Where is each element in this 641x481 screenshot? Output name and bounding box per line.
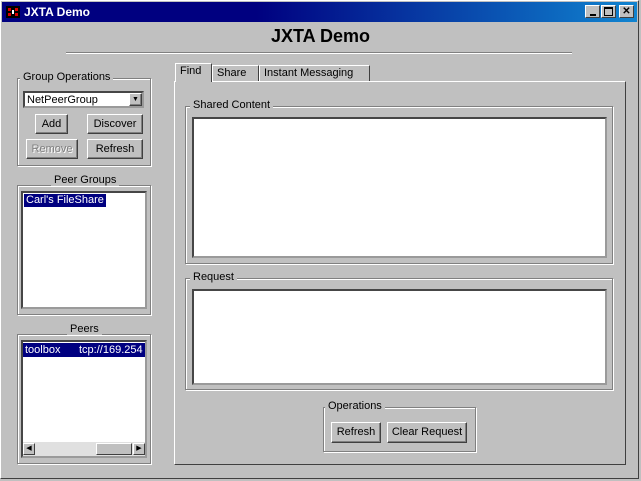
header-divider (66, 52, 572, 54)
minimize-button[interactable] (585, 5, 600, 18)
minimize-icon (589, 13, 596, 16)
peer-groups-list[interactable]: Carl's FileShare (21, 191, 147, 309)
request-legend: Request (190, 271, 237, 283)
clear-request-button[interactable]: Clear Request (387, 422, 467, 443)
window-title: JXTA Demo (24, 5, 91, 19)
jxta-icon (5, 4, 21, 20)
close-icon: ✕ (622, 5, 631, 17)
peers-legend: Peers (67, 323, 102, 335)
peer-address: tcp://169.254 (79, 344, 143, 356)
shared-content-area[interactable] (192, 117, 607, 258)
peer-groups-legend: Peer Groups (51, 174, 120, 186)
maximize-icon (604, 7, 613, 16)
group-select-value: NetPeerGroup (27, 94, 98, 106)
peer-name: toolbox (25, 344, 61, 356)
list-item[interactable]: Carl's FileShare (24, 194, 106, 207)
tab-instant-messaging[interactable]: Instant Messaging (259, 65, 370, 82)
close-button[interactable]: ✕ (619, 5, 634, 18)
page-title: JXTA Demo (270, 26, 371, 46)
shared-content-legend: Shared Content (190, 99, 274, 111)
tab-share[interactable]: Share (212, 65, 259, 82)
refresh-groups-button[interactable]: Refresh (87, 139, 143, 159)
add-button[interactable]: Add (35, 114, 68, 134)
arrow-right-icon[interactable]: ▶ (133, 443, 145, 455)
title-bar[interactable]: JXTA Demo ✕ (2, 2, 637, 22)
request-input[interactable] (192, 289, 607, 385)
operations-legend: Operations (325, 400, 385, 412)
tab-find[interactable]: Find (175, 63, 212, 82)
group-select[interactable]: NetPeerGroup ▼ (23, 91, 144, 108)
peers-table[interactable]: toolbox tcp://169.254 ◀ ▶ (21, 340, 147, 458)
remove-button[interactable]: Remove (26, 139, 78, 159)
scrollbar-thumb[interactable] (96, 443, 132, 455)
table-row[interactable]: toolbox tcp://169.254 (23, 343, 145, 357)
arrow-left-icon[interactable]: ◀ (23, 443, 35, 455)
maximize-button[interactable] (601, 5, 616, 18)
chevron-down-icon[interactable]: ▼ (129, 93, 142, 106)
refresh-button[interactable]: Refresh (331, 422, 381, 443)
group-operations-legend: Group Operations (20, 71, 114, 83)
horizontal-scrollbar[interactable]: ◀ ▶ (23, 442, 145, 456)
discover-button[interactable]: Discover (87, 114, 143, 134)
